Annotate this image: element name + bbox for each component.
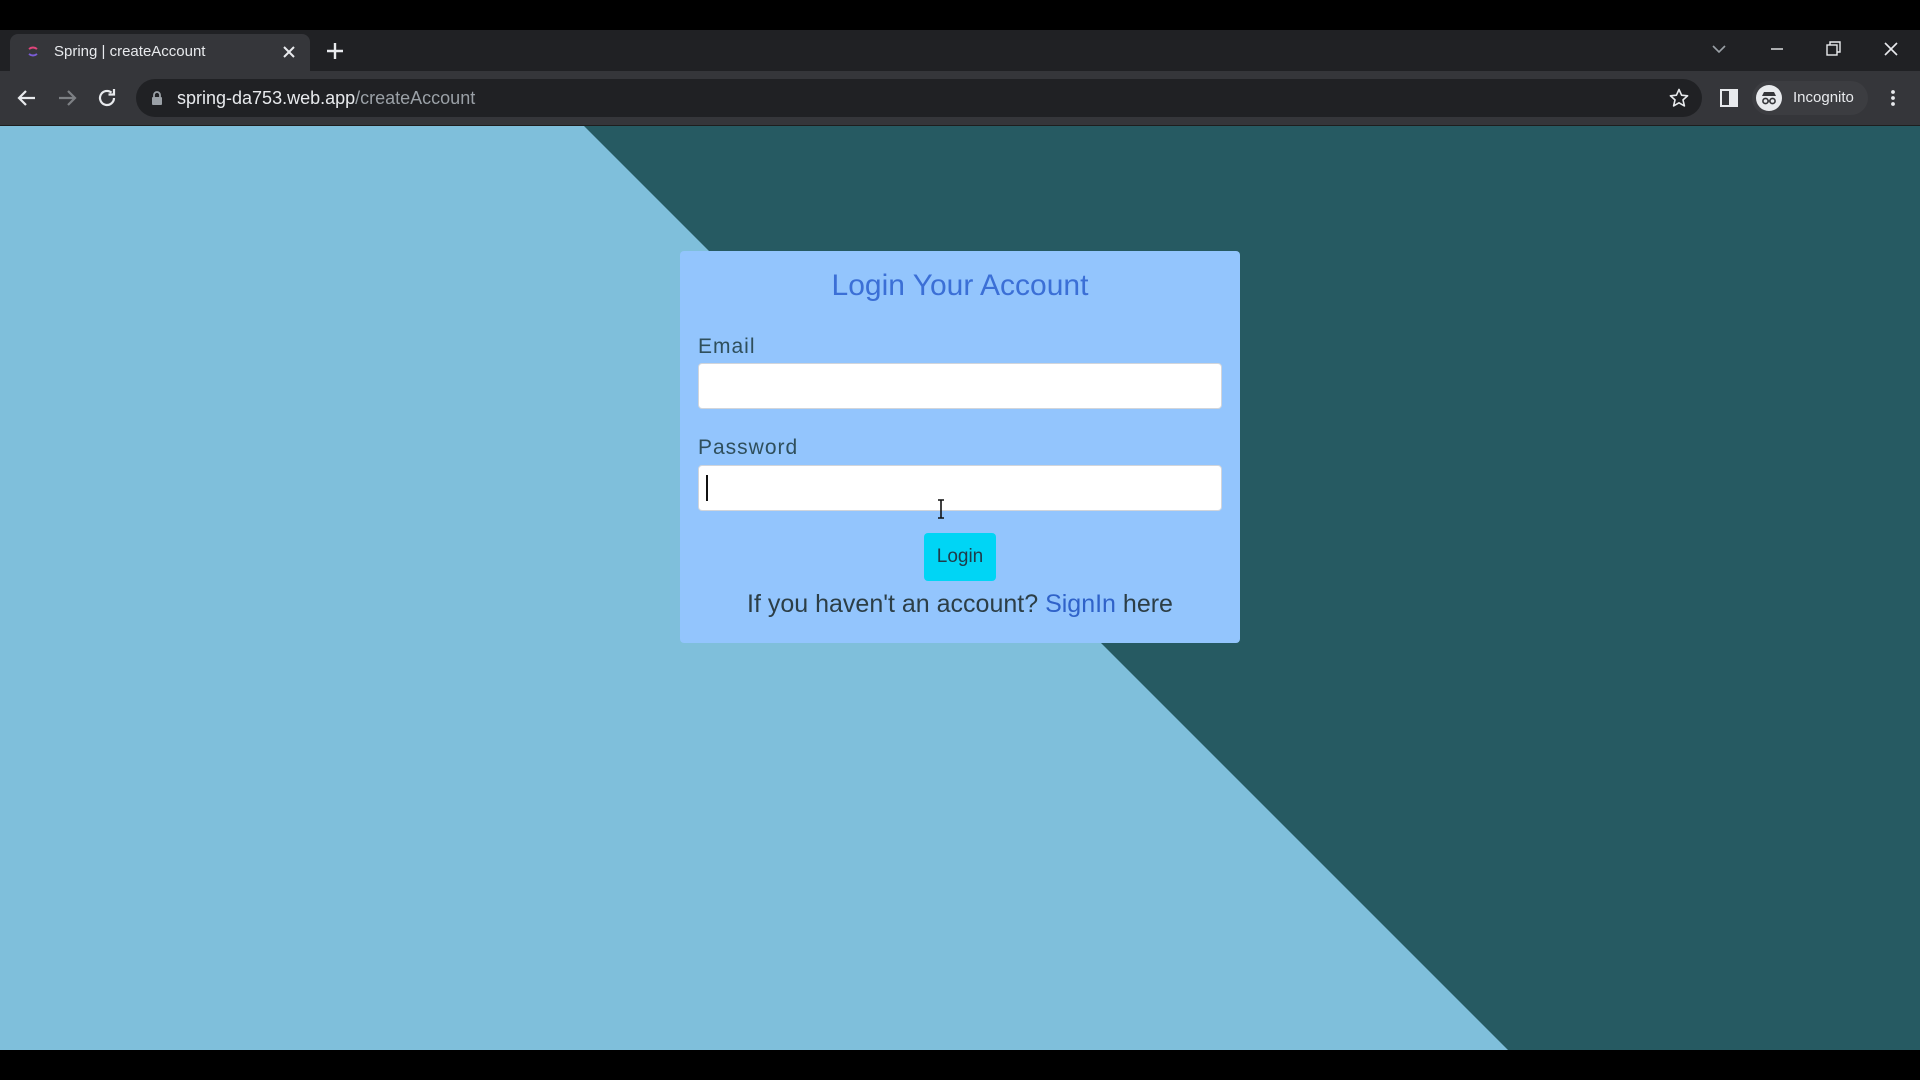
card-title: Login Your Account [831,269,1089,302]
url-text[interactable]: spring-da753.web.app/createAccount [177,88,475,109]
text-cursor-icon [938,499,944,519]
address-bar[interactable]: spring-da753.web.app/createAccount [136,79,1702,117]
restore-icon[interactable] [1822,38,1844,60]
password-label: Password [698,436,799,459]
login-button[interactable]: Login [924,533,996,581]
text-caret [706,475,708,501]
incognito-icon [1756,85,1782,111]
plus-icon[interactable] [324,40,346,62]
password-input[interactable] [698,465,1222,511]
signup-prompt: If you haven't an account? SignIn here [680,590,1240,619]
email-input[interactable] [698,363,1222,409]
close-icon[interactable] [1880,38,1902,60]
back-arrow-icon[interactable] [15,86,39,110]
signup-prompt-suffix: here [1122,590,1173,618]
forward-arrow-icon[interactable] [55,86,79,110]
screen: Spring | createAccount spring-da753.web.… [0,0,1920,1080]
url-path: /createAccount [355,88,476,108]
tab-title: Spring | createAccount [54,43,206,60]
incognito-profile-button[interactable]: Incognito [1752,81,1868,115]
spring-favicon-icon [28,46,38,57]
side-panel-icon[interactable] [1718,87,1740,109]
star-icon[interactable] [1668,87,1690,109]
chevron-down-icon[interactable] [1708,38,1730,60]
signin-link[interactable]: SignIn [1045,590,1116,618]
three-dots-vertical-icon[interactable] [1882,87,1904,109]
email-label: Email [698,335,756,358]
login-card: Login Your Account Email Password Login … [680,251,1240,643]
signup-prompt-text: If you haven't an account? [747,590,1039,618]
url-host: spring-da753.web.app [177,88,356,108]
tab-active[interactable]: Spring | createAccount [10,34,310,71]
browser-toolbar: spring-da753.web.app/createAccount Incog… [0,71,1920,126]
lock-icon[interactable] [150,90,164,106]
close-icon[interactable] [280,43,298,61]
reload-icon[interactable] [95,86,119,110]
incognito-label: Incognito [1793,89,1854,106]
minimize-icon[interactable] [1766,38,1788,60]
tab-strip: Spring | createAccount [0,30,1920,71]
page-viewport: Login Your Account Email Password Login … [0,126,1920,1050]
